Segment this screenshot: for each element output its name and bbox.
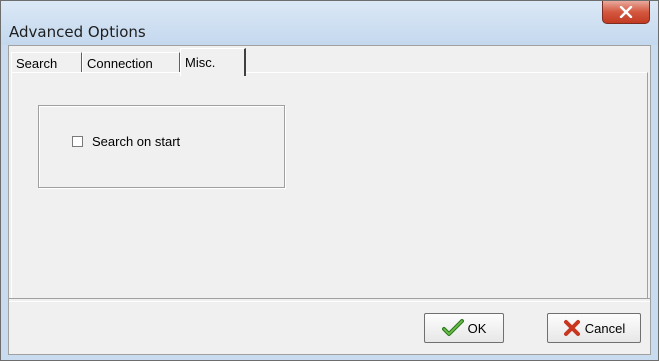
tab-misc[interactable]: Misc. <box>180 48 246 76</box>
misc-tab-panel: Search on start <box>11 72 648 299</box>
ok-button-label: OK <box>467 320 487 336</box>
close-icon <box>619 6 633 18</box>
cancel-button-label: Cancel <box>584 320 626 336</box>
tab-connection-label: Connection <box>87 56 153 71</box>
dialog-client-area: Search Connection Misc. Search on start <box>8 45 651 355</box>
search-on-start-checkbox[interactable] <box>72 136 83 147</box>
x-mark-icon <box>563 319 581 337</box>
search-on-start-option[interactable]: Search on start <box>72 134 180 149</box>
tab-connection[interactable]: Connection <box>82 52 180 72</box>
ok-button[interactable]: OK <box>424 313 504 343</box>
tab-misc-label: Misc. <box>185 55 216 70</box>
tab-search-label: Search <box>16 56 58 71</box>
cancel-button[interactable]: Cancel <box>547 313 641 343</box>
close-button[interactable] <box>602 1 650 24</box>
window-title: Advanced Options <box>9 23 146 41</box>
tab-search[interactable]: Search <box>11 52 82 72</box>
options-groupbox: Search on start <box>38 105 285 188</box>
button-area-separator <box>9 298 650 302</box>
search-on-start-label: Search on start <box>92 134 181 149</box>
advanced-options-dialog: Advanced Options Search Connection Misc. <box>0 0 659 361</box>
title-bar: Advanced Options <box>1 1 658 45</box>
checkmark-icon <box>441 319 464 337</box>
